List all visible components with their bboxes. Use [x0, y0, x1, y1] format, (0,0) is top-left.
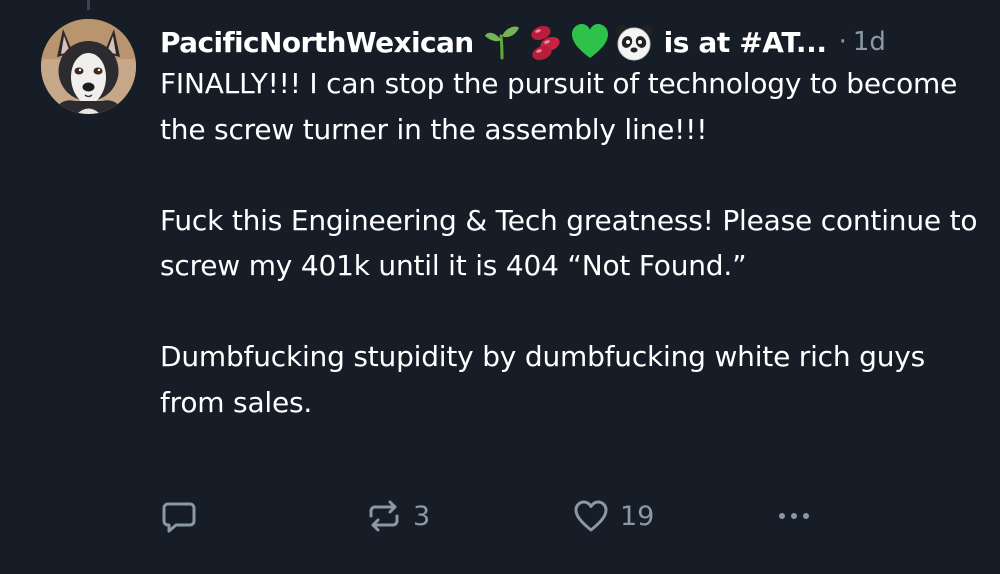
seedling-emoji	[482, 22, 522, 62]
repost-count: 3	[413, 500, 431, 532]
post-paragraph: Fuck this Engineering & Tech greatness! …	[160, 203, 978, 283]
post-body: FINALLY!!! I can stop the pursuit of tec…	[160, 61, 990, 425]
author-display-name[interactable]: PacificNorthWexican	[160, 26, 474, 59]
beans-emoji	[526, 22, 566, 62]
like-count: 19	[620, 500, 655, 532]
reply-button[interactable]	[160, 494, 198, 538]
more-dots-icon	[779, 513, 809, 519]
post-content: PacificNorthWexican is at #AT... · 1d FI…	[160, 18, 990, 425]
post-header: PacificNorthWexican is at #AT... · 1d	[160, 18, 990, 66]
author-status-text[interactable]: is at #AT...	[664, 26, 827, 59]
husky-avatar-image	[41, 19, 136, 114]
speech-bubble-icon	[162, 502, 196, 533]
post-paragraph: FINALLY!!! I can stop the pursuit of tec…	[160, 67, 958, 146]
repost-button[interactable]: 3	[365, 494, 430, 538]
separator-dot: ·	[838, 27, 847, 57]
thread-connector-line	[87, 0, 90, 10]
green-heart-emoji	[570, 22, 610, 62]
more-options-button[interactable]	[774, 494, 814, 538]
post-paragraph: Dumbfucking stupidity by dumbfucking whi…	[160, 340, 926, 419]
repost-arrows-icon	[369, 500, 399, 532]
post-timestamp[interactable]: 1d	[853, 27, 886, 57]
heart-outline-icon	[574, 500, 608, 532]
like-button[interactable]: 19	[572, 494, 654, 538]
panda-emoji	[614, 22, 654, 62]
avatar[interactable]	[41, 19, 136, 114]
post-action-bar: 3 19	[160, 494, 960, 538]
